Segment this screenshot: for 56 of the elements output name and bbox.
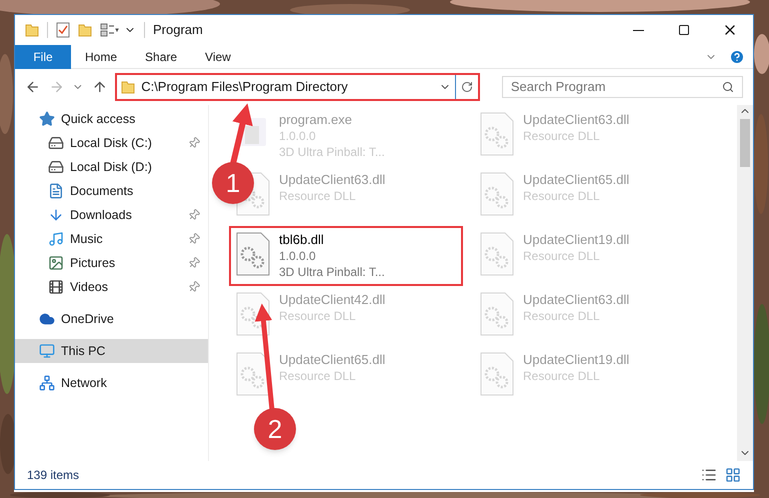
document-icon <box>48 183 64 199</box>
monitor-icon <box>39 343 55 359</box>
sidebar-item[interactable]: Local Disk (D:) <box>15 155 208 179</box>
settings-file-icon <box>479 112 515 156</box>
address-field[interactable]: C:\Program Files\Program Directory <box>117 75 456 99</box>
drive-icon <box>48 135 64 151</box>
search-icon[interactable] <box>722 81 734 93</box>
settings-file-icon <box>235 232 271 276</box>
sidebar-item[interactable]: Videos <box>15 275 208 299</box>
file-detail: 1.0.0.0 <box>279 248 317 264</box>
settings-file-icon <box>479 172 515 216</box>
settings-file-icon <box>479 352 515 396</box>
folder-icon[interactable] <box>78 23 92 37</box>
settings-file-icon <box>479 292 515 336</box>
ribbon-tab[interactable]: Share <box>131 44 192 68</box>
maximize-icon <box>678 24 690 36</box>
sidebar-item[interactable]: Quick access <box>15 107 208 131</box>
folder-icon <box>121 80 136 94</box>
sidebar-item[interactable]: Network <box>15 371 208 395</box>
sidebar-item[interactable]: Music <box>15 227 208 251</box>
ribbon-tab[interactable]: Home <box>71 44 132 68</box>
settings-file-icon <box>479 232 515 276</box>
ribbon-tab[interactable]: View <box>191 44 245 68</box>
search-input[interactable]: Search Program <box>510 77 722 97</box>
sidebar-item[interactable]: Downloads <box>15 203 208 227</box>
item-count: 139 items <box>27 467 80 484</box>
tiles-view-icon[interactable] <box>725 467 741 483</box>
cloud-icon <box>39 311 55 327</box>
folder-icon[interactable] <box>25 23 39 37</box>
scroll-thumb[interactable] <box>740 119 750 167</box>
refresh-icon <box>461 81 474 93</box>
sidebar-item[interactable]: Documents <box>15 179 208 203</box>
star-icon <box>39 111 55 127</box>
help-icon[interactable] <box>729 48 745 64</box>
settings-file-icon <box>235 292 271 336</box>
sidebar-item[interactable]: Pictures <box>15 251 208 275</box>
sidebar-item[interactable]: Local Disk (C:) <box>15 131 208 155</box>
ribbon-tab[interactable]: File <box>15 44 71 68</box>
drive-icon <box>48 159 64 175</box>
sidebar-item[interactable]: This PC <box>15 339 208 363</box>
properties-icon[interactable] <box>100 23 120 37</box>
network-icon <box>39 375 55 391</box>
window-title: Program <box>153 21 203 40</box>
back-icon[interactable] <box>25 79 41 95</box>
picture-icon <box>48 255 64 271</box>
film-icon <box>48 279 64 295</box>
settings-file-icon <box>235 352 271 396</box>
music-note-icon <box>48 231 64 247</box>
search-field[interactable]: Search Program <box>502 76 743 98</box>
checklist-icon[interactable] <box>56 22 70 38</box>
details-view-icon[interactable] <box>701 467 717 483</box>
sidebar-item[interactable]: OneDrive <box>15 307 208 331</box>
scrollbar[interactable] <box>737 105 753 461</box>
file-name[interactable]: tbl6b.dll <box>279 232 385 248</box>
up-icon[interactable] <box>92 79 108 95</box>
file-detail: 3D Ultra Pinball: T... <box>279 264 385 280</box>
